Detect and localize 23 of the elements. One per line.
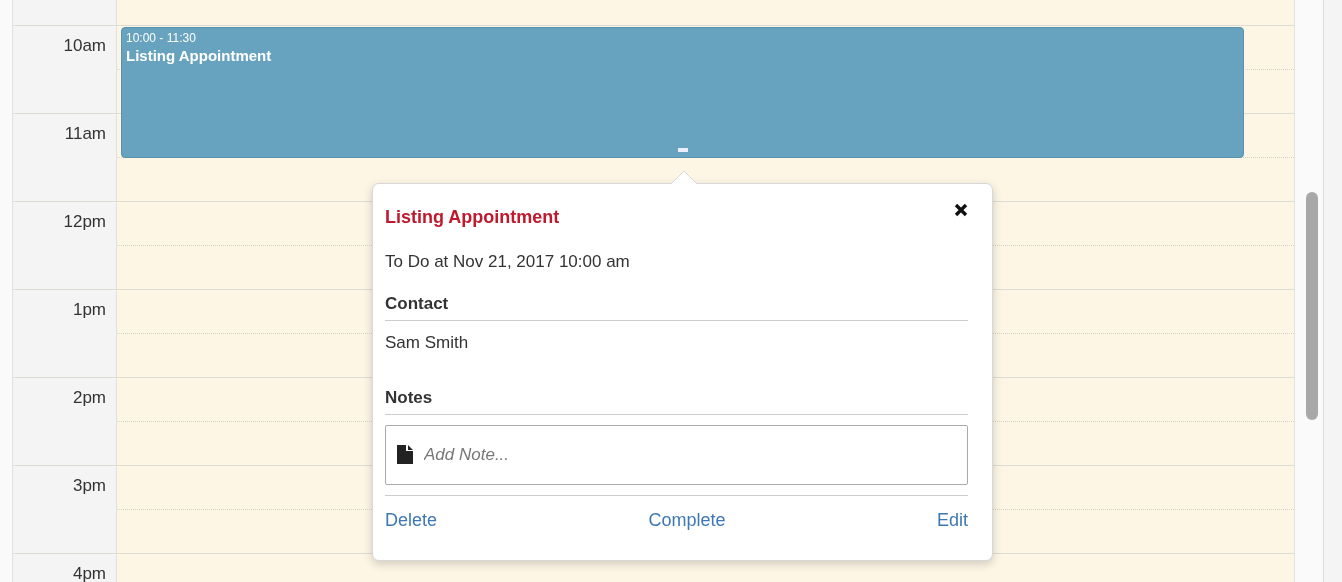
popover-title: Listing Appointment: [385, 207, 560, 228]
hour-label: 4pm: [72, 564, 106, 582]
action-link[interactable]: Delete: [385, 510, 438, 531]
document-icon: [397, 445, 413, 464]
hour-label: 10am: [63, 36, 106, 56]
section-heading: Contact: [385, 294, 449, 314]
event-datetime: To Do at Nov 21, 2017 10:00 am: [385, 252, 630, 272]
action-link[interactable]: Complete: [648, 510, 726, 531]
event-title: Listing Appointment: [126, 47, 272, 64]
contact-name: Sam Smith: [385, 333, 469, 353]
event-time: 10:00 - 11:30: [126, 31, 196, 45]
hour-label: 1pm: [72, 300, 106, 320]
hour-label: 12pm: [63, 212, 106, 232]
close-icon[interactable]: [954, 203, 968, 217]
section-heading: Notes: [385, 388, 433, 408]
scrollbar-thumb[interactable]: [1306, 192, 1318, 420]
action-link[interactable]: Edit: [936, 510, 968, 531]
event-block[interactable]: 10:00 - 11:30 Listing Appointment: [121, 27, 1244, 158]
hour-label: 2pm: [72, 388, 106, 408]
hour-label: 11am: [64, 124, 106, 144]
resize-handle[interactable]: [678, 148, 688, 152]
note-field[interactable]: Add Note...: [385, 425, 968, 485]
hour-label: 3pm: [72, 476, 106, 496]
